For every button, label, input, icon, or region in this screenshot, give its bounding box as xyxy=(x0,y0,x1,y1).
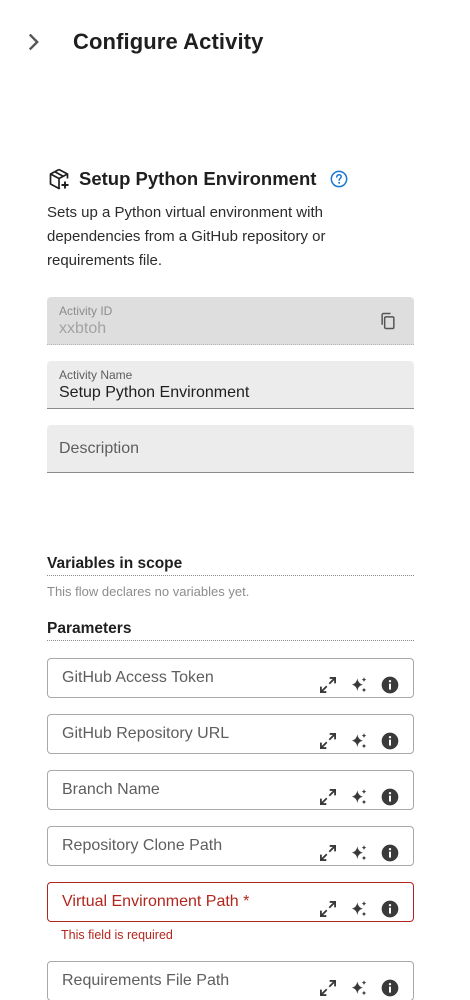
package-add-icon xyxy=(49,168,69,190)
param-requirements-file-path[interactable]: Requirements File Path xyxy=(47,961,414,1000)
activity-name-value[interactable]: Setup Python Environment xyxy=(59,384,249,402)
expand-icon[interactable] xyxy=(318,843,338,863)
activity-id-label: Activity ID xyxy=(59,304,113,318)
info-icon[interactable] xyxy=(380,899,400,919)
activity-name-field[interactable]: Activity Name Setup Python Environment xyxy=(47,361,414,409)
param-label: GitHub Repository URL xyxy=(62,725,230,742)
param-label: Requirements File Path xyxy=(62,972,230,989)
activity-id-value: xxbtoh xyxy=(59,320,107,337)
activity-title: Setup Python Environment xyxy=(79,168,317,189)
activity-name-label: Activity Name xyxy=(59,368,133,382)
description-field[interactable]: Description xyxy=(47,425,414,473)
activity-description: Sets up a Python virtual environment wit… xyxy=(47,204,326,269)
info-icon[interactable] xyxy=(380,731,400,751)
expand-icon[interactable] xyxy=(318,787,338,807)
activity-heading: Setup Python Environment xyxy=(47,165,349,193)
param-label: GitHub Access Token xyxy=(62,669,214,686)
activity-id-field: Activity ID xxbtoh xyxy=(47,297,414,345)
panel-header: Configure Activity xyxy=(0,0,470,86)
copy-icon[interactable] xyxy=(378,311,398,331)
sparkle-icon[interactable] xyxy=(349,675,369,695)
variables-section-title: Variables in scope xyxy=(47,555,414,576)
param-label: Branch Name xyxy=(62,781,160,798)
param-github-repository-url[interactable]: GitHub Repository URL xyxy=(47,714,414,754)
info-icon[interactable] xyxy=(380,675,400,695)
info-icon[interactable] xyxy=(380,978,400,998)
expand-icon[interactable] xyxy=(318,675,338,695)
page-title: Configure Activity xyxy=(73,29,264,54)
expand-icon[interactable] xyxy=(318,978,338,998)
info-icon[interactable] xyxy=(380,787,400,807)
param-repository-clone-path[interactable]: Repository Clone Path xyxy=(47,826,414,866)
param-label: Repository Clone Path xyxy=(62,837,223,854)
sparkle-icon[interactable] xyxy=(349,899,369,919)
param-virtual-environment-path[interactable]: Virtual Environment Path * xyxy=(47,882,414,922)
sparkle-icon[interactable] xyxy=(349,731,369,751)
info-icon[interactable] xyxy=(380,843,400,863)
chevron-right-icon[interactable] xyxy=(22,30,46,54)
help-circle-icon[interactable] xyxy=(329,169,349,189)
param-branch-name[interactable]: Branch Name xyxy=(47,770,414,810)
expand-icon[interactable] xyxy=(318,899,338,919)
field-error-message: This field is required xyxy=(61,928,173,942)
sparkle-icon[interactable] xyxy=(349,978,369,998)
description-placeholder: Description xyxy=(59,440,140,457)
expand-icon[interactable] xyxy=(318,731,338,751)
param-label: Virtual Environment Path * xyxy=(62,893,250,910)
param-github-access-token[interactable]: GitHub Access Token xyxy=(47,658,414,698)
sparkle-icon[interactable] xyxy=(349,787,369,807)
variables-empty-text: This flow declares no variables yet. xyxy=(47,584,250,599)
parameters-section-title: Parameters xyxy=(47,620,414,641)
sparkle-icon[interactable] xyxy=(349,843,369,863)
